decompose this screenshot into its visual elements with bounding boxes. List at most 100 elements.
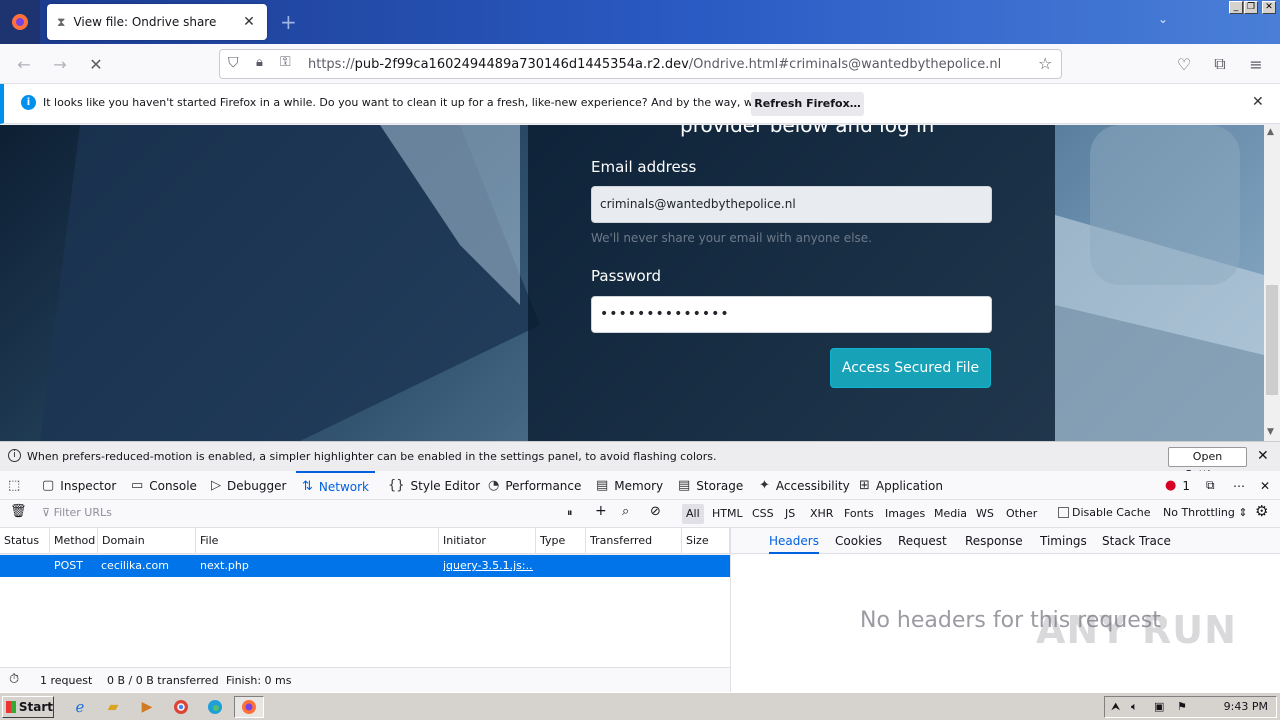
table-row[interactable]: POST cecilika.com next.php jquery-3.5.1.… [0, 555, 730, 577]
refresh-firefox-button[interactable]: Refresh Firefox… [751, 92, 864, 116]
column-method[interactable]: Method [50, 528, 98, 554]
clock[interactable]: 9:43 PM [1224, 700, 1268, 713]
hourglass-icon: ⧗ [57, 14, 66, 29]
tab-stack-trace[interactable]: Stack Trace [1102, 528, 1171, 554]
trash-icon[interactable]: 🗑︎ [10, 504, 27, 519]
start-button[interactable]: Start [2, 696, 54, 718]
tab-active[interactable]: ⧗ View file: Ondrive share ✕ [47, 4, 267, 40]
pause-icon[interactable]: ⏸︎ [567, 506, 573, 520]
column-file[interactable]: File [196, 528, 439, 554]
minimize-button[interactable]: _ [1229, 1, 1243, 14]
firefox-taskbar-button[interactable] [234, 696, 264, 718]
chrome-icon[interactable] [169, 696, 193, 718]
close-devtools-icon[interactable]: ✕ [1260, 471, 1270, 500]
password-field[interactable]: •••••••••••••• [591, 296, 992, 333]
network-tray-icon[interactable]: ▣ [1154, 700, 1164, 713]
key-icon[interactable]: ⚿ [280, 54, 291, 70]
email-field[interactable]: criminals@wantedbythepolice.nl [591, 186, 992, 223]
finish-time: Finish: 0 ms [226, 674, 292, 687]
dock-icon[interactable]: ⧉ [1206, 471, 1215, 500]
lock-icon[interactable]: 🔒︎ [256, 55, 263, 70]
pocket-icon[interactable]: ♡ [1172, 52, 1196, 76]
flag-icon[interactable]: ⚑ [1177, 700, 1187, 713]
filter-css[interactable]: CSS [748, 504, 778, 524]
page-viewport: provider below and log in Email address … [0, 125, 1264, 441]
tab-performance[interactable]: ◔ Performance [488, 471, 581, 500]
close-tab-icon[interactable]: ✕ [241, 14, 257, 30]
tab-application[interactable]: ⊞ Application [859, 471, 943, 500]
cell-initiator-link[interactable]: jquery-3.5.1.js:... [443, 555, 533, 577]
tab-console[interactable]: ▭ Console [131, 471, 197, 500]
gear-icon[interactable]: ⚙ [1255, 502, 1268, 520]
tab-style-editor[interactable]: {} Style Editor [388, 471, 480, 500]
folder-icon[interactable]: ▰ [101, 696, 125, 718]
tab-request[interactable]: Request [898, 528, 947, 554]
filter-media[interactable]: Media [930, 504, 971, 524]
tab-debugger[interactable]: ▷ Debugger [211, 471, 286, 500]
page-scrollbar[interactable]: ▲ ▼ [1264, 125, 1280, 441]
column-status[interactable]: Status [0, 528, 50, 554]
error-count-badge[interactable]: ● 1 [1165, 471, 1190, 500]
tab-label: Inspector [60, 478, 117, 493]
tab-storage[interactable]: ▤ Storage [678, 471, 743, 500]
column-initiator[interactable]: Initiator [439, 528, 536, 554]
tab-response[interactable]: Response [965, 528, 1023, 554]
new-tab-button[interactable]: + [280, 10, 297, 34]
column-transferred[interactable]: Transferred [586, 528, 682, 554]
more-options-icon[interactable]: ⋯ [1233, 471, 1245, 500]
scrollbar-thumb[interactable] [1266, 285, 1278, 395]
column-domain[interactable]: Domain [98, 528, 196, 554]
plus-icon[interactable]: + [595, 503, 607, 519]
volume-icon[interactable]: 🔈︎ [1131, 700, 1138, 714]
close-icon[interactable]: ✕ [1257, 448, 1269, 464]
filter-xhr[interactable]: XHR [806, 504, 837, 524]
element-picker-icon[interactable]: ⬚ [8, 471, 26, 500]
firefox-menu-button[interactable] [0, 0, 40, 44]
tab-cookies[interactable]: Cookies [835, 528, 882, 554]
stop-button[interactable]: ✕ [84, 52, 108, 76]
disable-cache-checkbox[interactable]: Disable Cache [1058, 506, 1151, 519]
edge-icon[interactable] [203, 696, 227, 718]
shield-icon[interactable]: ⛉ [228, 55, 239, 71]
close-window-button[interactable]: ✕ [1262, 1, 1276, 14]
ie-icon[interactable]: ℯ [68, 696, 92, 718]
tab-network[interactable]: ⇅ Network [296, 471, 376, 500]
url-bar[interactable]: ⛉ 🔒︎ ⚿ https://pub-2f99ca1602494489a7301… [219, 49, 1062, 79]
url-text[interactable]: https://pub-2f99ca1602494489a730146d1445… [308, 57, 1001, 72]
media-player-icon[interactable]: ▶ [135, 696, 159, 718]
forward-button[interactable]: → [48, 52, 72, 76]
filter-all[interactable]: All [682, 504, 704, 524]
bookmark-star-icon[interactable]: ☆ [1038, 54, 1052, 73]
scroll-up-icon[interactable]: ▲ [1267, 127, 1274, 137]
filter-js[interactable]: JS [781, 504, 799, 524]
restore-button[interactable]: ❐ [1244, 1, 1258, 14]
access-secured-file-button[interactable]: Access Secured File [830, 348, 991, 388]
filter-other[interactable]: Other [1002, 504, 1041, 524]
throttling-select[interactable]: No Throttling ⇕ [1163, 506, 1248, 519]
filter-fonts[interactable]: Fonts [840, 504, 878, 524]
chevron-up-icon[interactable]: ⮝ [1111, 700, 1120, 714]
tab-headers[interactable]: Headers [769, 528, 819, 554]
column-size[interactable]: Size [682, 528, 730, 554]
filter-images[interactable]: Images [881, 504, 929, 524]
console-icon: ▭ [131, 478, 144, 493]
block-icon[interactable]: ⊘ [650, 504, 661, 519]
tab-accessibility[interactable]: ✦ Accessibility [759, 471, 850, 500]
close-icon[interactable]: ✕ [1252, 94, 1264, 110]
hamburger-menu-icon[interactable]: ≡ [1244, 52, 1268, 76]
back-button[interactable]: ← [12, 52, 36, 76]
start-label: Start [18, 700, 53, 714]
tab-inspector[interactable]: ▢ Inspector [42, 471, 116, 500]
chevron-down-icon[interactable]: ⌄ [1158, 12, 1168, 26]
extensions-icon[interactable]: ⧉ [1208, 52, 1232, 76]
search-icon[interactable]: ⌕ [622, 504, 629, 519]
filter-html[interactable]: HTML [708, 504, 747, 524]
open-settings-button[interactable]: Open Settings [1168, 447, 1247, 481]
tab-timings[interactable]: Timings [1040, 528, 1087, 554]
stopwatch-icon[interactable]: ⏱︎ [9, 672, 19, 687]
filter-urls-input[interactable]: ⊽ Filter URLs [42, 506, 112, 519]
tab-memory[interactable]: ▤ Memory [596, 471, 663, 500]
column-type[interactable]: Type [536, 528, 586, 554]
scroll-down-icon[interactable]: ▼ [1267, 427, 1274, 437]
filter-ws[interactable]: WS [972, 504, 998, 524]
